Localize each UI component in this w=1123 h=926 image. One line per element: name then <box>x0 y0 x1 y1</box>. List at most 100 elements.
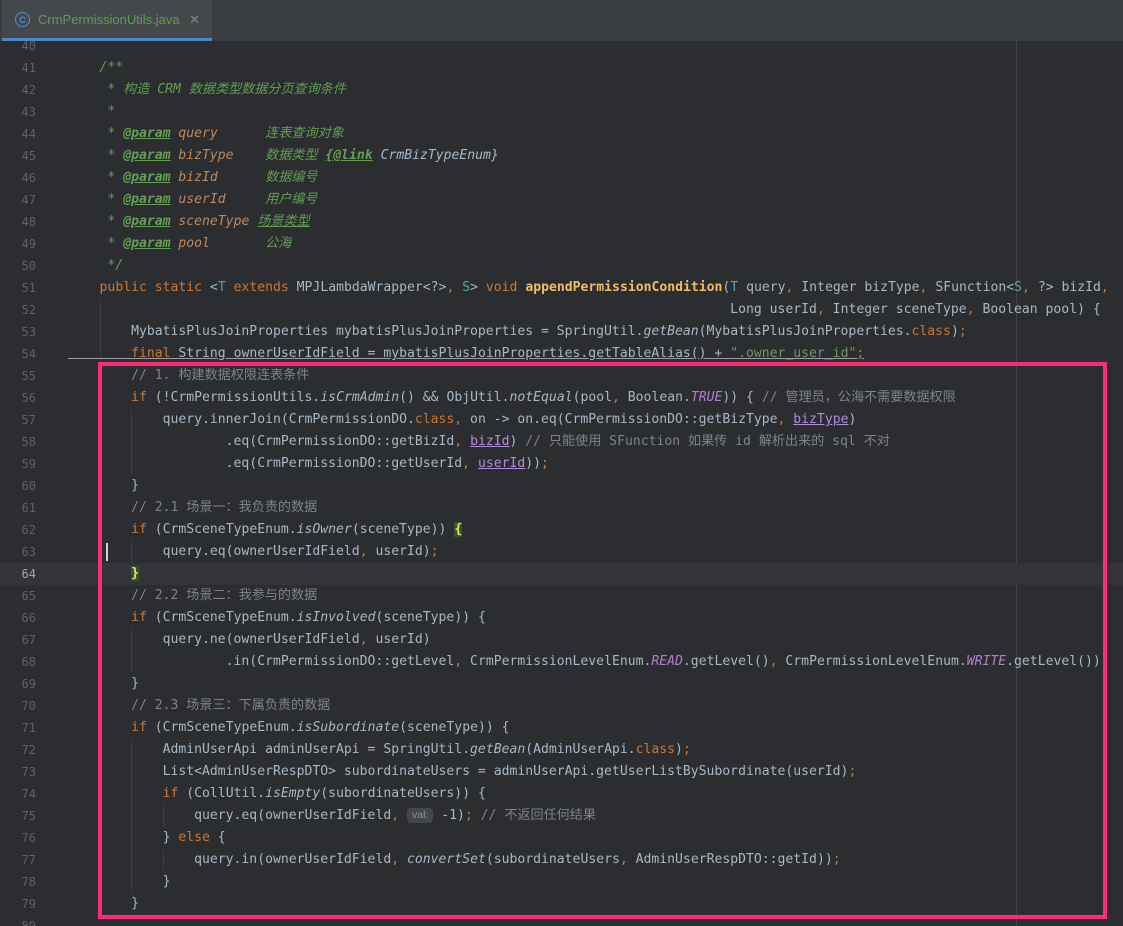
line-number[interactable]: 41 <box>0 57 36 79</box>
line-number[interactable]: 79 <box>0 893 36 915</box>
code-line[interactable]: 56 if (!CrmPermissionUtils.isCrmAdmin() … <box>0 387 1123 409</box>
code-line[interactable]: 71 if (CrmSceneTypeEnum.isSubordinate(sc… <box>0 717 1123 739</box>
code-line[interactable]: 41 /** <box>0 57 1123 79</box>
line-number[interactable]: 64 <box>0 563 36 585</box>
line-number[interactable]: 56 <box>0 387 36 409</box>
tab-close-icon[interactable]: ✕ <box>187 11 202 28</box>
code-line[interactable]: 49 * @param pool 公海 <box>0 233 1123 255</box>
line-number[interactable]: 72 <box>0 739 36 761</box>
line-number[interactable]: 69 <box>0 673 36 695</box>
code-line[interactable]: 50 */ <box>0 255 1123 277</box>
code-line[interactable]: 75 query.eq(ownerUserIdField, val: -1); … <box>0 805 1123 827</box>
code-line[interactable]: 74 if (CollUtil.isEmpty(subordinateUsers… <box>0 783 1123 805</box>
line-number[interactable]: 57 <box>0 409 36 431</box>
line-number[interactable]: 80 <box>0 915 36 926</box>
line-number[interactable]: 46 <box>0 167 36 189</box>
code-line[interactable]: 61 // 2.1 场景一：我负责的数据 <box>0 497 1123 519</box>
code-line[interactable]: 51 public static <T extends MPJLambdaWra… <box>0 277 1123 299</box>
line-number[interactable]: 42 <box>0 79 36 101</box>
line-number[interactable]: 70 <box>0 695 36 717</box>
code-text: } <box>68 563 139 585</box>
line-number[interactable]: 63 <box>0 541 36 563</box>
code-line[interactable]: 79 } <box>0 893 1123 915</box>
line-number[interactable]: 48 <box>0 211 36 233</box>
token-p: Integer bizType <box>793 280 919 295</box>
token-i: isCrmAdmin <box>320 390 399 405</box>
line-number[interactable]: 74 <box>0 783 36 805</box>
line-number[interactable]: 54 <box>0 343 36 365</box>
line-number[interactable]: 45 <box>0 145 36 167</box>
code-line[interactable]: 58 .eq(CrmPermissionDO::getBizId, bizId)… <box>0 431 1123 453</box>
code-line[interactable]: 73 List<AdminUserRespDTO> subordinateUse… <box>0 761 1123 783</box>
code-text: } <box>68 673 139 695</box>
code-line[interactable]: 78 } <box>0 871 1123 893</box>
line-number[interactable]: 66 <box>0 607 36 629</box>
token-i: getBean <box>470 742 525 757</box>
code-line[interactable]: 45 * @param bizType 数据类型 {@link CrmBizTy… <box>0 145 1123 167</box>
line-number[interactable]: 51 <box>0 277 36 299</box>
tab-crmpermissionutils[interactable]: C CrmPermissionUtils.java ✕ <box>2 0 212 41</box>
line-number[interactable]: 73 <box>0 761 36 783</box>
code-line[interactable]: 48 * @param sceneType 场景类型 <box>0 211 1123 233</box>
code-line[interactable]: 63 query.eq(ownerUserIdField, userId); <box>0 541 1123 563</box>
line-number[interactable]: 50 <box>0 255 36 277</box>
code-line[interactable]: 62 if (CrmSceneTypeEnum.isOwner(sceneTyp… <box>0 519 1123 541</box>
token-p: (AdminUserApi. <box>525 742 635 757</box>
line-number[interactable]: 77 <box>0 849 36 871</box>
code-line[interactable]: 52 Long userId, Integer sceneType, Boole… <box>0 299 1123 321</box>
code-line[interactable]: 47 * @param userId 用户编号 <box>0 189 1123 211</box>
line-number[interactable]: 40 <box>0 41 36 57</box>
line-number[interactable]: 59 <box>0 453 36 475</box>
code-line[interactable]: 80 <box>0 915 1123 926</box>
line-number[interactable]: 76 <box>0 827 36 849</box>
code-line[interactable]: 40 <box>0 41 1123 57</box>
line-number[interactable]: 49 <box>0 233 36 255</box>
code-line[interactable]: 53 MybatisPlusJoinProperties mybatisPlus… <box>0 321 1123 343</box>
line-number[interactable]: 47 <box>0 189 36 211</box>
code-text: public static <T extends MPJLambdaWrappe… <box>68 277 1109 299</box>
code-line[interactable]: 44 * @param query 连表查询对象 <box>0 123 1123 145</box>
code-editor[interactable]: 4041 /**42 * 构造 CRM 数据类型数据分页查询条件43 *44 *… <box>0 41 1123 926</box>
code-line[interactable]: 55 // 1. 构建数据权限连表条件 <box>0 365 1123 387</box>
token-k: public static <box>100 280 210 295</box>
code-line[interactable]: 76 } else { <box>0 827 1123 849</box>
line-number[interactable]: 58 <box>0 431 36 453</box>
code-line[interactable]: 46 * @param bizId 数据编号 <box>0 167 1123 189</box>
line-number[interactable]: 44 <box>0 123 36 145</box>
code-line[interactable]: 42 * 构造 CRM 数据类型数据分页查询条件 <box>0 79 1123 101</box>
code-line[interactable]: 67 query.ne(ownerUserIdField, userId) <box>0 629 1123 651</box>
line-number[interactable]: 68 <box>0 651 36 673</box>
code-line[interactable]: 54 final String ownerUserIdField = mybat… <box>0 343 1123 365</box>
line-number[interactable]: 60 <box>0 475 36 497</box>
code-line[interactable]: 68 .in(CrmPermissionDO::getLevel, CrmPer… <box>0 651 1123 673</box>
line-number[interactable]: 71 <box>0 717 36 739</box>
code-line[interactable]: 60 } <box>0 475 1123 497</box>
token-p: (sceneType)) <box>352 522 454 537</box>
code-text: /** <box>68 57 123 79</box>
line-number[interactable]: 65 <box>0 585 36 607</box>
code-line[interactable]: 70 // 2.3 场景三：下属负责的数据 <box>0 695 1123 717</box>
token-p: String ownerUserIdField = mybatisPlusJoi… <box>171 346 731 361</box>
code-line[interactable]: 65 // 2.2 场景二：我参与的数据 <box>0 585 1123 607</box>
line-number[interactable]: 78 <box>0 871 36 893</box>
code-line[interactable]: 57 query.innerJoin(CrmPermissionDO.class… <box>0 409 1123 431</box>
token-p <box>473 808 481 823</box>
token-p: userId) <box>368 632 431 647</box>
token-p: (subordinateUsers)) { <box>320 786 486 801</box>
line-number[interactable]: 55 <box>0 365 36 387</box>
code-line[interactable]: 66 if (CrmSceneTypeEnum.isInvolved(scene… <box>0 607 1123 629</box>
token-p: ) <box>848 412 856 427</box>
line-number[interactable]: 53 <box>0 321 36 343</box>
line-number[interactable]: 62 <box>0 519 36 541</box>
code-line[interactable]: 64 } <box>0 563 1123 585</box>
line-number[interactable]: 43 <box>0 101 36 123</box>
line-number[interactable]: 52 <box>0 299 36 321</box>
code-line[interactable]: 72 AdminUserApi adminUserApi = SpringUti… <box>0 739 1123 761</box>
code-line[interactable]: 77 query.in(ownerUserIdField, convertSet… <box>0 849 1123 871</box>
code-line[interactable]: 59 .eq(CrmPermissionDO::getUserId, userI… <box>0 453 1123 475</box>
line-number[interactable]: 67 <box>0 629 36 651</box>
line-number[interactable]: 75 <box>0 805 36 827</box>
code-line[interactable]: 69 } <box>0 673 1123 695</box>
code-line[interactable]: 43 * <box>0 101 1123 123</box>
line-number[interactable]: 61 <box>0 497 36 519</box>
